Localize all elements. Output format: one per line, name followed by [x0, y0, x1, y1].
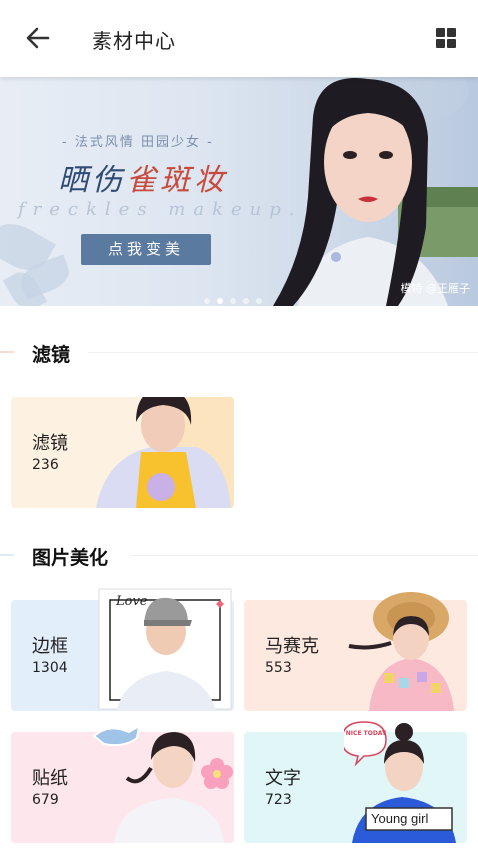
banner-model-photo [273, 78, 478, 306]
model-credit: 模特 @王雁子 [400, 282, 471, 295]
section-title: 滤镜 [32, 344, 71, 366]
sticker-text: NICE TODAY [345, 730, 387, 737]
section-accent-bar [0, 554, 14, 556]
carousel-dot[interactable] [230, 298, 236, 304]
card-frames[interactable]: Love 边框 1304 [11, 588, 234, 711]
card-title: 马赛克 [265, 636, 319, 657]
top-app-bar: 素材中心 [0, 0, 478, 77]
card-title: 文字 [265, 768, 301, 789]
carousel-dot[interactable] [243, 298, 249, 304]
mosaic-model-photo [348, 592, 454, 711]
section-header-filters: 滤镜 [0, 340, 478, 366]
sticker-model-photo [92, 724, 233, 843]
card-title: 贴纸 [32, 768, 68, 789]
banner-title: 晒伤雀斑妆 [58, 155, 228, 199]
section-accent-bar [0, 351, 14, 353]
banner-subtitle: - 法式风情 田园少女 - [62, 135, 214, 150]
card-mosaic[interactable]: 马赛克 553 [244, 592, 467, 711]
card-title: 滤镜 [32, 433, 68, 454]
carousel-dot[interactable] [204, 298, 210, 304]
promo-banner[interactable]: - 法式风情 田园少女 - 晒伤雀斑妆 freckles makeup. 点我变… [0, 77, 478, 306]
section-header-beautify: 图片美化 [0, 543, 478, 569]
frame-decoration-text: Love [116, 594, 148, 609]
card-count: 553 [265, 660, 292, 676]
card-count: 236 [32, 457, 59, 473]
card-stickers[interactable]: 贴纸 679 [11, 724, 234, 843]
carousel-dot-active[interactable] [217, 298, 223, 304]
bubble-text: Young girl [371, 811, 429, 826]
carousel-dot[interactable] [256, 298, 262, 304]
banner-title-part2: 雀斑妆 [126, 163, 228, 198]
filter-model-photo [96, 397, 231, 508]
section-divider [88, 352, 478, 353]
page-title: 素材中心 [92, 29, 176, 53]
carousel-indicator [204, 289, 269, 306]
arrow-left-icon[interactable] [22, 22, 54, 54]
card-count: 679 [32, 792, 59, 808]
card-count: 1304 [32, 660, 68, 676]
card-filters[interactable]: 滤镜 236 [11, 397, 234, 508]
flower-sticker [201, 758, 233, 789]
card-title: 边框 [32, 636, 68, 657]
section-title: 图片美化 [32, 547, 109, 569]
banner-cta-button[interactable]: 点我变美 [81, 234, 211, 265]
card-count: 723 [265, 792, 292, 808]
section-divider [130, 555, 478, 556]
grid-icon[interactable] [436, 28, 456, 48]
card-text[interactable]: NICE TODAY Young girl 文字 723 [244, 721, 467, 843]
banner-title-part1: 晒伤 [58, 163, 126, 198]
